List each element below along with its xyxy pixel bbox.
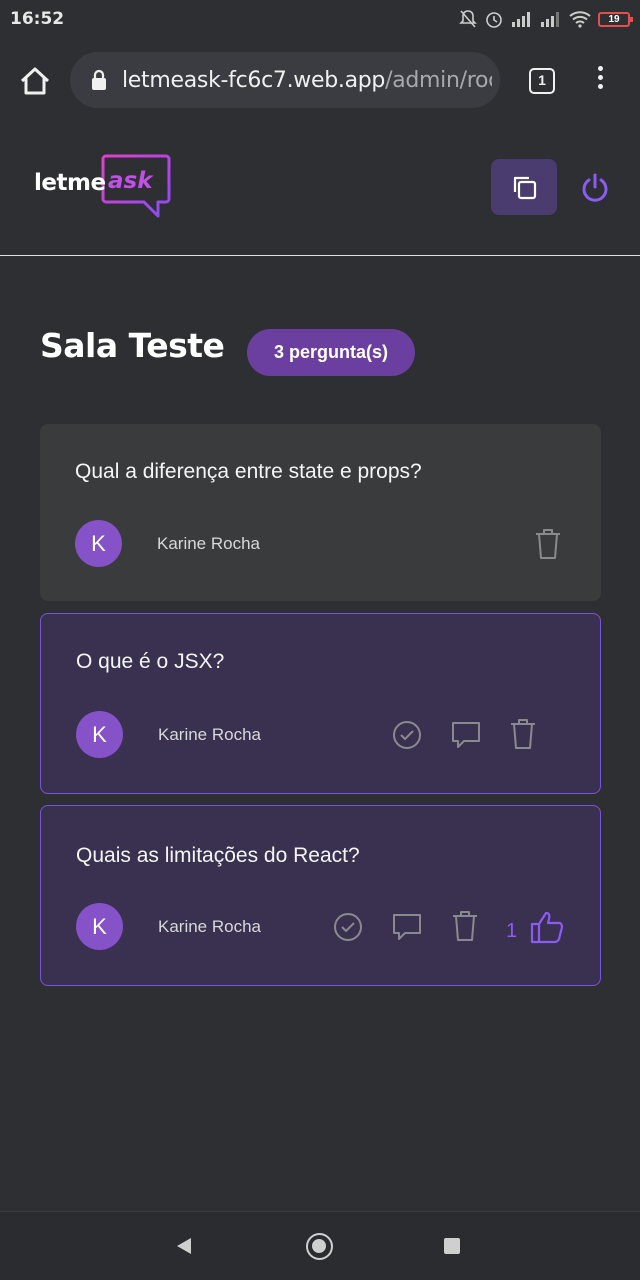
avatar: K (75, 520, 122, 567)
author-name: Karine Rocha (157, 534, 261, 553)
power-icon[interactable] (579, 172, 611, 204)
author-name: Karine Rocha (158, 917, 262, 936)
like-count: 1 (506, 920, 518, 942)
comment-icon[interactable] (391, 912, 423, 942)
alarm-icon (486, 12, 502, 28)
check-circle-icon[interactable] (333, 912, 363, 942)
overflow-menu-icon[interactable] (590, 66, 610, 96)
battery-icon: 19 (598, 11, 633, 27)
like-icon[interactable] (529, 910, 565, 944)
status-icons: 19 (459, 9, 633, 29)
system-nav-bar (0, 1211, 640, 1280)
home-nav-icon[interactable] (306, 1233, 333, 1260)
author-name: Karine Rocha (158, 725, 262, 744)
avatar: K (76, 711, 123, 758)
tab-switcher-button[interactable]: 1 (529, 68, 555, 94)
question-count-badge: 3 pergunta(s) (247, 329, 415, 376)
question-card: O que é o JSX? K Karine Rocha (40, 613, 601, 794)
app-header: letme ask (0, 120, 640, 256)
recents-icon[interactable] (444, 1238, 460, 1254)
wifi-icon (569, 11, 591, 28)
home-icon[interactable] (18, 64, 52, 98)
trash-icon[interactable] (450, 909, 480, 943)
url-text: letmeask-fc6c7.web.app/admin/roc (122, 68, 492, 93)
bell-off-icon (459, 10, 477, 28)
signal-icon-2 (541, 12, 559, 27)
lock-icon (92, 69, 106, 90)
address-bar[interactable]: letmeask-fc6c7.web.app/admin/roc (70, 52, 500, 108)
question-text: Qual a diferença entre state e props? (75, 460, 422, 483)
question-card: Qual a diferença entre state e props? K … (40, 424, 601, 601)
trash-icon[interactable] (508, 717, 538, 751)
logo: letme ask (32, 153, 177, 223)
trash-icon[interactable] (533, 527, 563, 561)
question-text: O que é o JSX? (76, 650, 225, 673)
status-time: 16:52 (10, 9, 65, 29)
avatar: K (76, 903, 123, 950)
page-title: Sala Teste (40, 326, 225, 365)
status-bar: 16:52 19 (0, 0, 640, 40)
comment-icon[interactable] (450, 720, 482, 750)
question-text: Quais as limitações do React? (76, 844, 360, 867)
check-circle-icon[interactable] (392, 720, 422, 750)
copy-icon (513, 176, 537, 200)
question-card: Quais as limitações do React? K Karine R… (40, 805, 601, 986)
copy-room-code-button[interactable] (491, 159, 557, 215)
back-icon[interactable] (175, 1236, 193, 1256)
browser-toolbar: letmeask-fc6c7.web.app/admin/roc 1 (0, 40, 640, 120)
signal-icon (512, 12, 530, 27)
